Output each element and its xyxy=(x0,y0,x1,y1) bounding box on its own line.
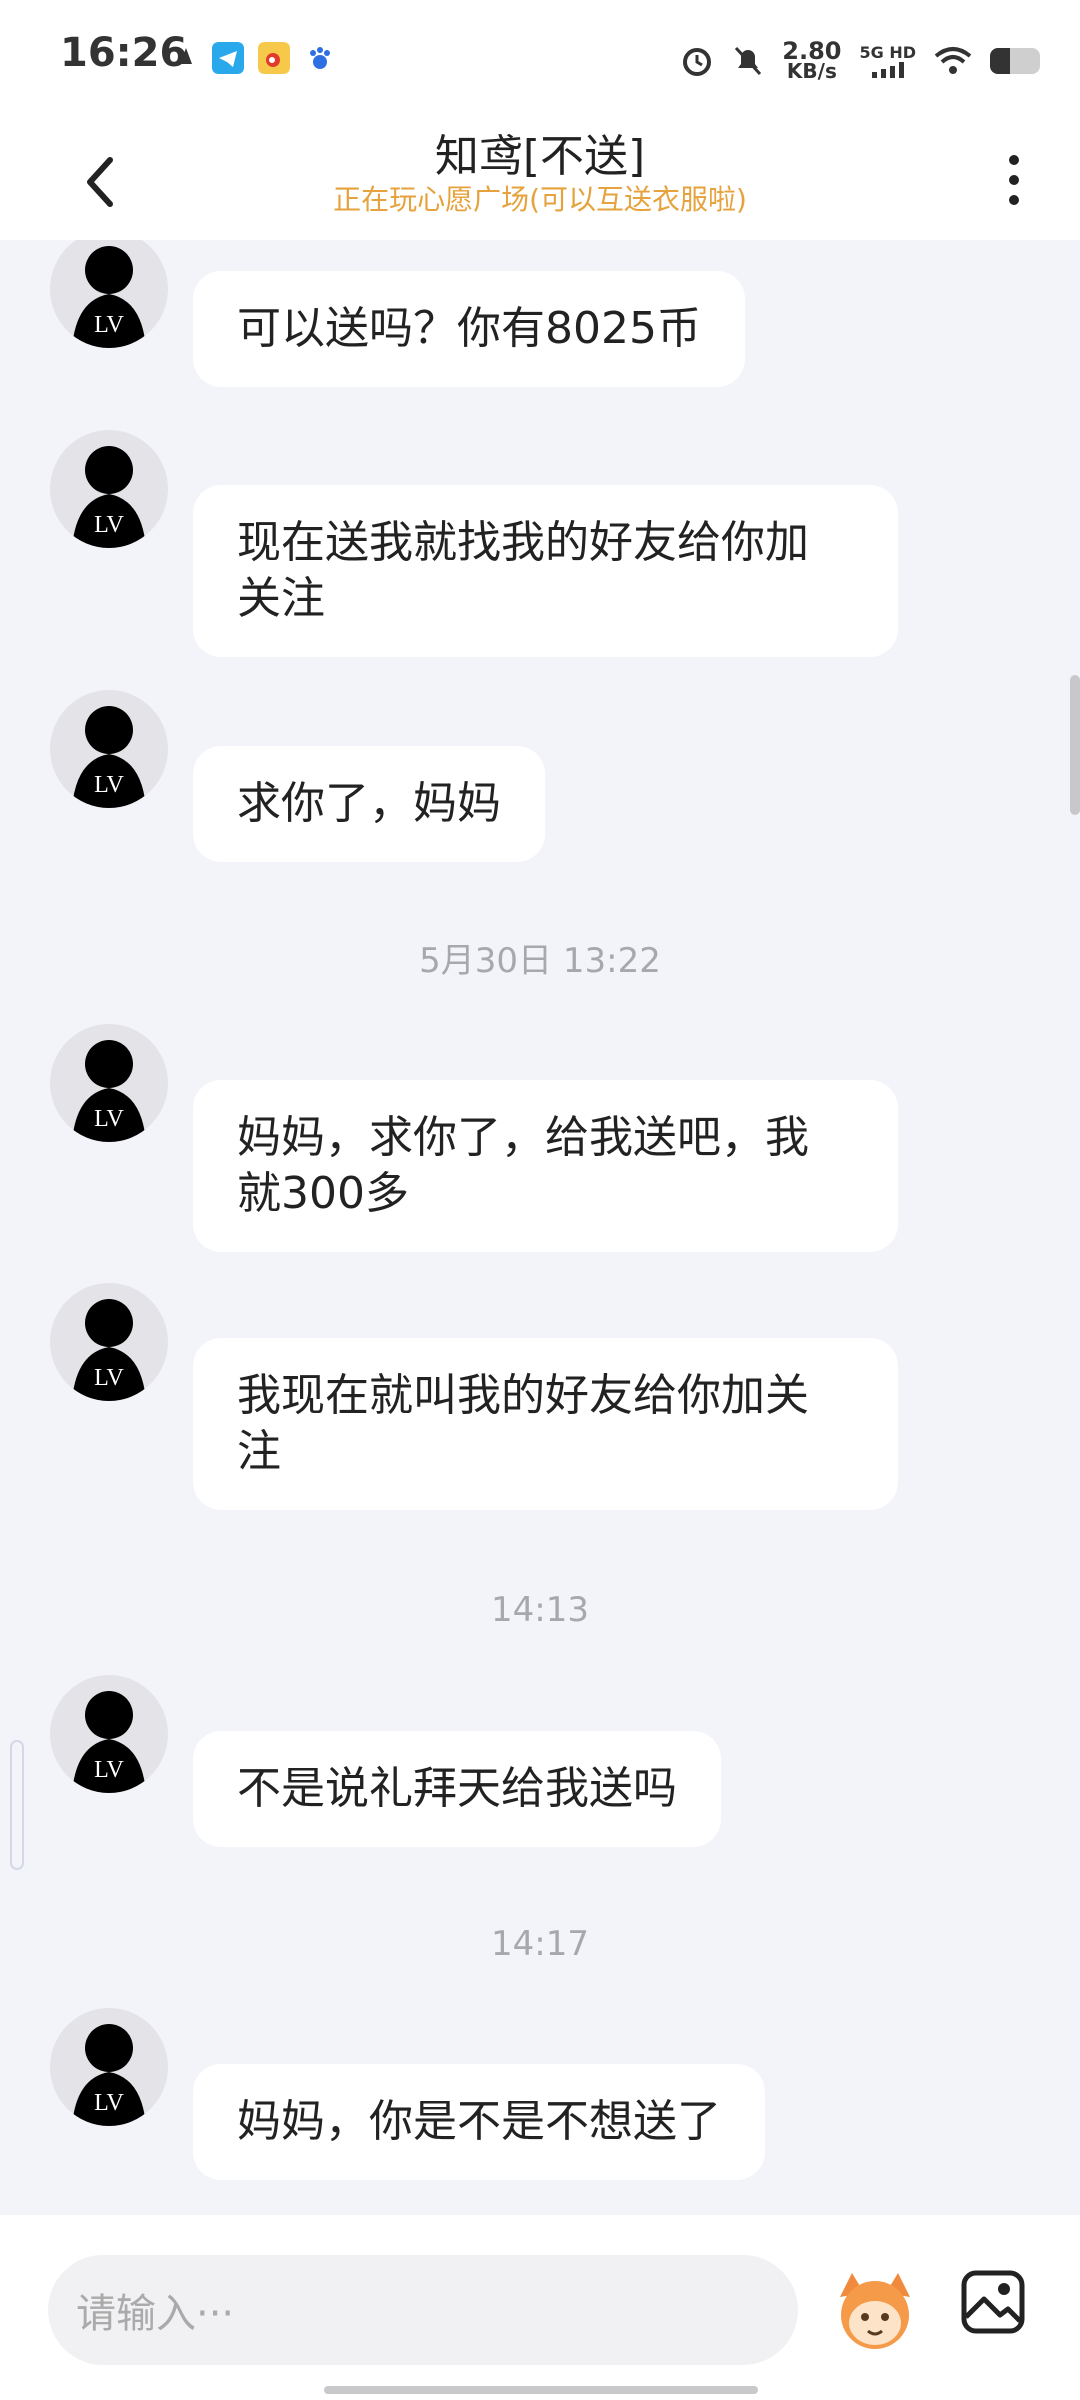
more-options-button[interactable] xyxy=(994,140,1034,220)
user-avatar[interactable]: LV xyxy=(50,2008,168,2126)
status-time: 16:26 xyxy=(60,30,188,76)
timestamp: 14:13 xyxy=(491,1590,589,1630)
message-bubble[interactable]: 求你了，妈妈 xyxy=(193,746,545,862)
message-bubble[interactable]: 可以送吗？你有8025币 xyxy=(193,271,745,387)
svg-text:LV: LV xyxy=(94,1757,124,1783)
battery-icon xyxy=(990,48,1040,74)
message-bubble[interactable]: 我现在就叫我的好友给你加关 注 xyxy=(193,1338,898,1510)
signal-indicator: 5G HD xyxy=(859,44,916,78)
status-right: 2.80 KB/s 5G HD xyxy=(680,36,1040,86)
alarm-icon xyxy=(683,48,712,76)
timestamp: 5月30日 13:22 xyxy=(419,941,661,981)
chat-title: 知鸢[不送] xyxy=(434,131,646,182)
network-speed: 2.80 KB/s xyxy=(782,37,842,83)
chat-header: 知鸢[不送] 正在玩心愿广场(可以互送衣服啦) xyxy=(0,120,1080,240)
user-avatar[interactable]: LV xyxy=(50,1675,168,1793)
message-bubble[interactable]: 妈妈，求你了，给我送吧，我 就300多 xyxy=(193,1080,898,1252)
user-avatar[interactable]: LV xyxy=(50,690,168,808)
status-bar: 16:26 2.80 KB/s 5G HD xyxy=(0,0,1080,120)
notification-app-icon xyxy=(180,48,192,64)
svg-text:LV: LV xyxy=(94,512,124,538)
telegram-icon xyxy=(212,42,244,74)
message-bubble[interactable]: 妈妈，你是不是不想送了 xyxy=(193,2064,765,2180)
weibo-icon xyxy=(258,42,290,74)
message-bubble[interactable]: 现在送我就找我的好友给你加 关注 xyxy=(193,485,898,657)
edge-gesture-handle[interactable] xyxy=(10,1740,24,1870)
mute-bell-icon xyxy=(735,46,762,76)
chat-message-list[interactable]: LV 可以送吗？你有8025币 LV 现在送我就找我的好友给你加 关注 LV 求… xyxy=(0,240,1080,2215)
network-type: 5G HD xyxy=(859,43,916,62)
baidu-icon xyxy=(310,47,330,69)
timestamp: 14:17 xyxy=(491,1924,589,1964)
svg-text:LV: LV xyxy=(94,2090,124,2116)
input-bar: 请输入··· xyxy=(0,2215,1080,2400)
scrollbar-thumb[interactable] xyxy=(1070,675,1080,815)
signal-bars-icon xyxy=(871,62,904,78)
svg-text:LV: LV xyxy=(94,1106,124,1132)
wifi-icon xyxy=(934,47,972,74)
svg-text:LV: LV xyxy=(94,772,124,798)
user-avatar[interactable]: LV xyxy=(50,1024,168,1142)
chat-subtitle[interactable]: 正在玩心愿广场(可以互送衣服啦) xyxy=(0,178,1080,218)
user-avatar[interactable]: LV xyxy=(50,240,168,348)
user-avatar[interactable]: LV xyxy=(50,430,168,548)
message-input[interactable]: 请输入··· xyxy=(48,2255,798,2365)
svg-text:LV: LV xyxy=(94,1365,124,1391)
home-indicator[interactable] xyxy=(324,2386,758,2394)
image-gallery-icon[interactable] xyxy=(958,2267,1028,2337)
svg-text:LV: LV xyxy=(94,312,124,338)
message-bubble[interactable]: 不是说礼拜天给我送吗 xyxy=(193,1731,721,1847)
mascot-emoji-icon[interactable] xyxy=(832,2267,918,2353)
user-avatar[interactable]: LV xyxy=(50,1283,168,1401)
